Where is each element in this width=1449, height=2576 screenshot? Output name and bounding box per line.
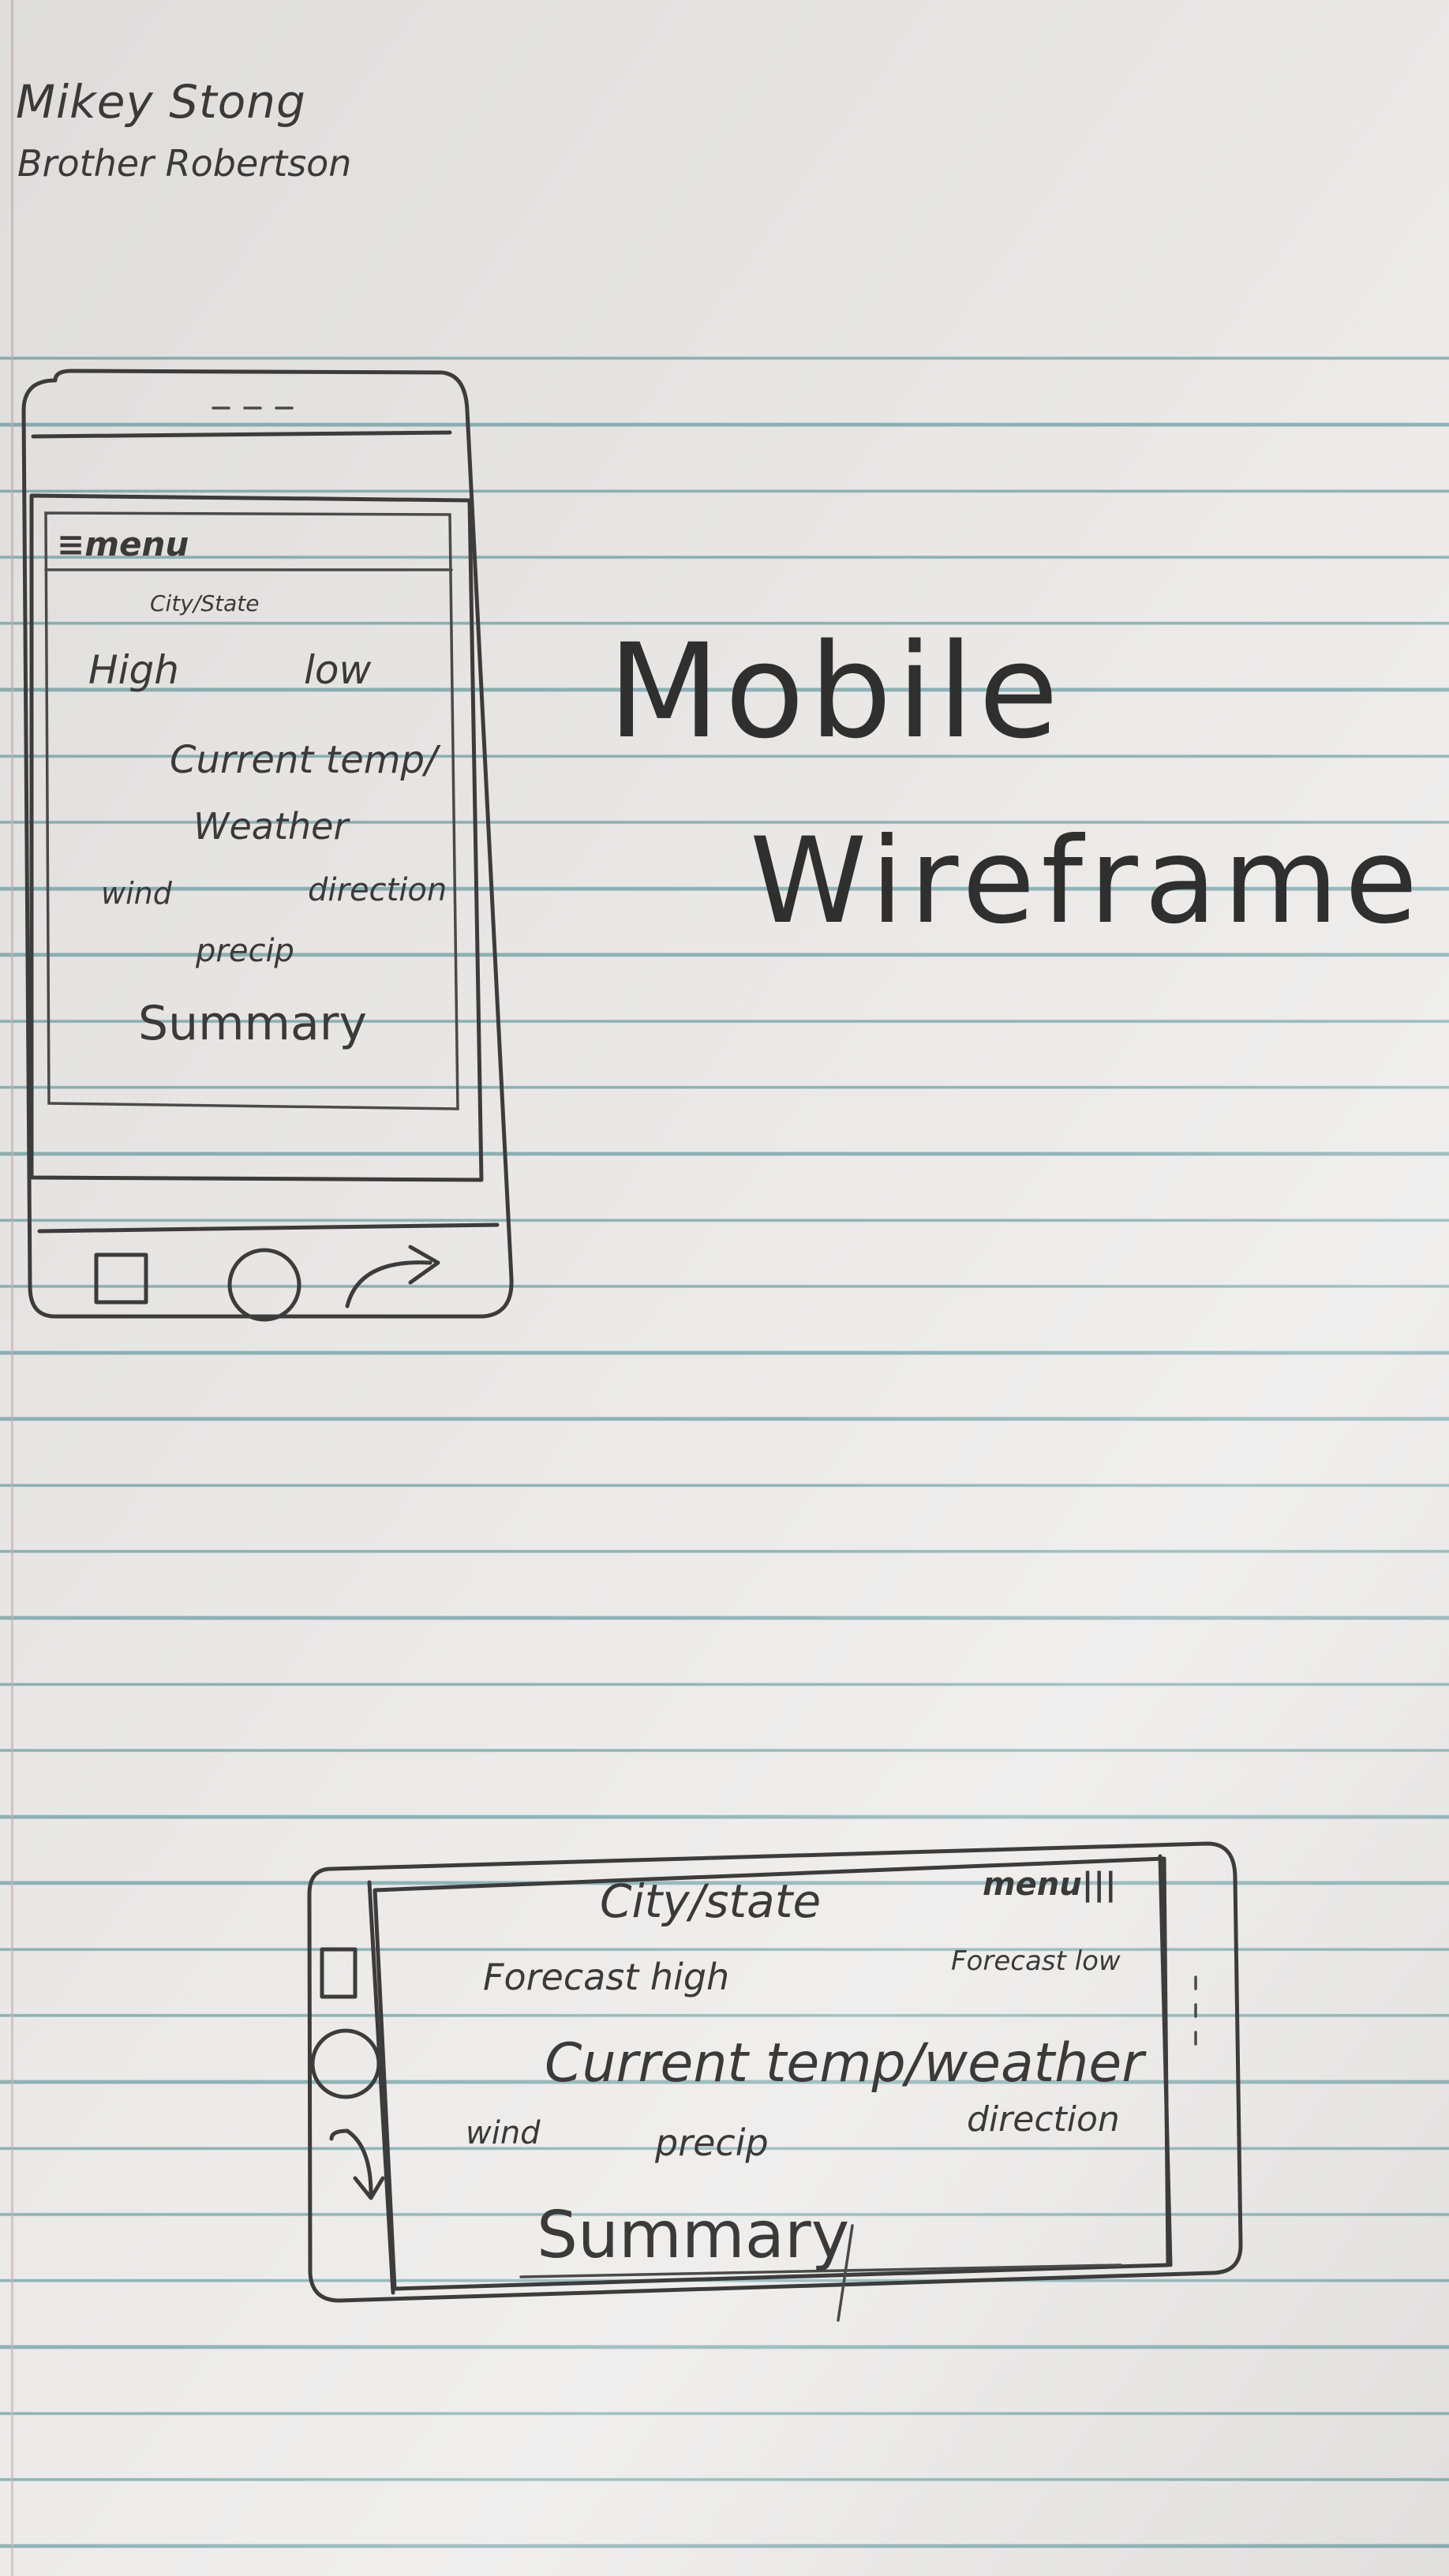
landscape-city-state: City/state [600,1874,822,1928]
landscape-direction: direction [967,2099,1120,2140]
landscape-nav-arrow [329,2129,385,2200]
portrait-precip: precip [196,933,294,969]
landscape-current-temp-weather: Current temp/weather [545,2032,1144,2095]
portrait-direction: direction [308,872,447,908]
portrait-top-bar [31,430,452,439]
landscape-wind: wind [466,2115,541,2151]
wireframe-sketches [21,369,1243,2322]
landscape-forecast-high: Forecast high [483,1956,730,1998]
portrait-nav-circle [227,1248,301,1322]
portrait-bottom-bar [37,1222,500,1234]
portrait-nav-square [94,1252,148,1305]
portrait-nav-arrow [345,1245,440,1309]
portrait-weather: Weather [193,805,349,848]
landscape-menu-label[interactable]: menu||| [983,1866,1117,1903]
portrait-city-state: City/State [150,590,260,616]
landscape-left-bar [367,1880,395,2295]
portrait-wind: wind [101,876,172,911]
portrait-menu-label[interactable]: ≡menu [57,525,189,564]
portrait-summary: Summary [138,996,367,1051]
landscape-summary: Summary [537,2198,850,2273]
landscape-precip: precip [655,2121,769,2164]
landscape-nav-square [320,1947,358,1999]
portrait-high: High [88,647,179,693]
portrait-low: low [304,647,372,693]
landscape-forecast-low: Forecast low [951,1945,1121,1977]
portrait-current-temp: Current temp/ [170,738,438,782]
landscape-nav-circle [310,2028,381,2099]
